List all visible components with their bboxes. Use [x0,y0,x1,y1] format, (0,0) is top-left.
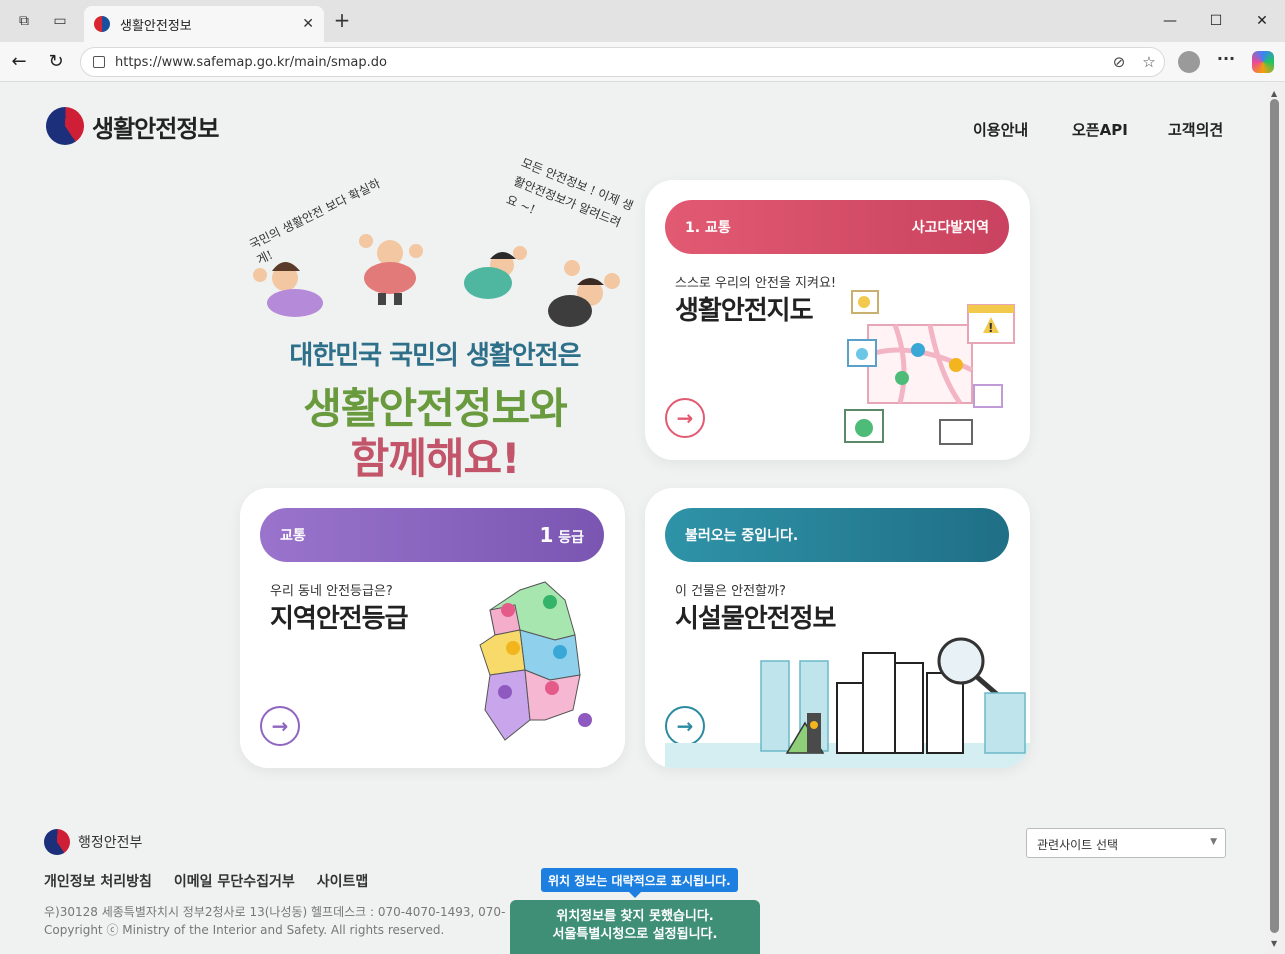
close-tab-icon[interactable]: ✕ [302,16,314,32]
location-tooltip: 위치 정보는 대략적으로 표시됩니다. [541,868,738,898]
ministry-emblem-icon [44,829,70,855]
hero-people-illustration [253,234,620,327]
regional-grade-card[interactable]: 교통 1 등급 우리 동네 안전등급은? 지역안전등급 → [240,488,625,768]
profile-avatar-icon[interactable] [1178,51,1200,73]
browser-tabbar: ⧉ ▭ 생활안전정보 ✕ + — ☐ ✕ [0,0,1285,42]
hero-line-1: 대한민국 국민의 생활안전은 [289,341,581,371]
footer-links: 개인정보 처리방침 이메일 무단수집거부 사이트맵 [44,871,368,891]
site-logo-text: 생활안전정보 [92,114,219,143]
location-toast-line-1: 위치정보를 찾지 못했습니다. [556,909,714,924]
hero-section: 국민의 생활안전 보다 확실하게! 모든 안전정보 ! 이제 생활안전정보가 알… [240,155,635,483]
scroll-thumb[interactable] [1270,99,1279,933]
safety-map-card[interactable]: 1. 교통 사고다발지역 스스로 우리의 안전을 지켜요! 생활안전지도 → ! [645,180,1030,460]
nav-open-api[interactable]: 오픈API [1072,119,1128,140]
regional-grade-pill[interactable]: 교통 1 등급 [260,508,604,562]
page-scrollbar[interactable]: ▲ ▼ [1266,83,1285,954]
ministry-name: 행정안전부 [78,835,143,851]
safety-map-subtitle: 스스로 우리의 안전을 지켜요! [675,276,837,291]
new-tab-button[interactable]: + [330,9,354,33]
facility-safety-status: 불러오는 중입니다. [685,528,799,544]
taegeuk-logo-icon [46,107,84,145]
nav-customer-feedback[interactable]: 고객의견 [1168,119,1223,140]
minimize-button[interactable]: — [1155,8,1185,34]
hero-line-3: 함께해요! [350,434,521,483]
close-window-button[interactable]: ✕ [1247,8,1277,34]
regional-grade-category: 교통 [280,528,306,544]
page-content: 생활안전정보 이용안내 오픈API 고객의견 국민의 생활안전 보다 확실하게!… [0,83,1266,954]
tab-title: 생활안전정보 [120,18,192,34]
regional-grade-subtitle: 우리 동네 안전등급은? [270,584,393,599]
browser-tab[interactable]: 생활안전정보 ✕ [84,6,324,42]
safety-map-title: 생활안전지도 [675,296,814,326]
tracking-prevention-icon[interactable]: ⊘ [1104,53,1134,71]
footer-address: 우)30128 세종특별자치시 정부2청사로 13(나성동) 헬프데스크 : 0… [44,905,506,919]
workspaces-icon[interactable]: ⧉ [12,9,36,33]
svg-text:!: ! [988,321,993,335]
footer-copyright: Copyright ⓒ Ministry of the Interior and… [44,923,445,937]
regional-grade-level: 1 등급 [539,523,584,547]
browser-toolbar: ← ↻ https://www.safemap.go.kr/main/smap.… [0,42,1285,82]
site-favicon-icon [94,16,110,32]
maximize-button[interactable]: ☐ [1201,8,1231,34]
more-menu-icon[interactable]: ··· [1214,49,1238,68]
safety-map-arrow-button[interactable]: → [665,398,705,438]
copilot-icon[interactable] [1252,51,1274,73]
nav-usage-guide[interactable]: 이용안내 [973,119,1028,140]
regional-grade-title: 지역안전등급 [270,604,409,634]
facility-safety-pill[interactable]: 불러오는 중입니다. [665,508,1009,562]
email-refusal-link[interactable]: 이메일 무단수집거부 [174,871,295,891]
sitemap-link[interactable]: 사이트맵 [317,871,369,891]
lock-icon [93,56,105,68]
site-logo[interactable]: 생활안전정보 [46,107,219,145]
reload-button[interactable]: ↻ [43,49,69,75]
location-toast-line-2: 서울특별시청으로 설정됩니다. [552,927,718,942]
privacy-policy-link[interactable]: 개인정보 처리방침 [44,871,152,891]
back-button[interactable]: ← [6,49,32,75]
chevron-down-icon: ▼ [1210,837,1217,847]
facility-safety-card[interactable]: 불러오는 중입니다. 이 건물은 안전할까? 시설물안전정보 → [645,488,1030,768]
location-toast: 위치정보를 찾지 못했습니다. 서울특별시청으로 설정됩니다. [510,900,760,954]
regional-grade-arrow-button[interactable]: → [260,706,300,746]
safety-map-pill[interactable]: 1. 교통 사고다발지역 [665,200,1009,254]
favorite-star-icon[interactable]: ☆ [1134,53,1164,71]
facility-safety-subtitle: 이 건물은 안전할까? [675,584,786,599]
scroll-down-icon[interactable]: ▼ [1271,939,1277,948]
related-sites-select[interactable]: 관련사이트 선택 ▼ [1026,828,1226,858]
scroll-up-icon[interactable]: ▲ [1271,89,1277,98]
ministry-logo[interactable]: 행정안전부 [44,829,142,855]
safety-map-layer: 사고다발지역 [911,220,989,236]
korea-map-illustration [479,581,592,741]
url-text: https://www.safemap.go.kr/main/smap.do [115,54,387,70]
regional-grade-number: 1 [539,523,554,547]
tab-actions-icon[interactable]: ▭ [48,9,72,33]
facility-safety-title: 시설물안전정보 [675,604,836,634]
map-illustration: ! [844,290,1015,445]
buildings-illustration [665,637,1030,768]
address-bar[interactable]: https://www.safemap.go.kr/main/smap.do ⊘… [80,47,1165,77]
related-sites-select-value: 관련사이트 선택 [1037,838,1119,852]
regional-grade-unit: 등급 [558,530,584,546]
safety-map-category: 1. 교통 [685,220,731,236]
